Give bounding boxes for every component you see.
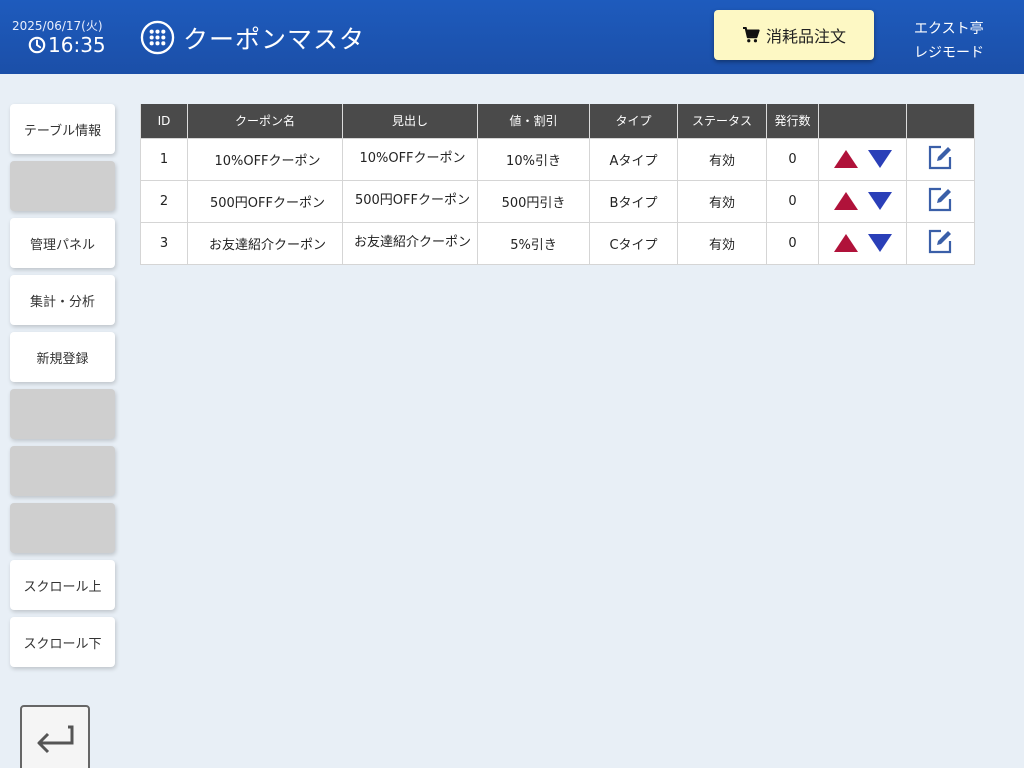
move-down-icon[interactable] [867, 232, 893, 254]
back-button[interactable] [20, 705, 90, 768]
scroll-down-button[interactable]: スクロール下 [10, 617, 115, 667]
sidebar-item-admin-panel[interactable]: 管理パネル [10, 218, 115, 268]
col-edit [906, 104, 975, 138]
cell-edit [906, 179, 975, 223]
cart-icon [742, 27, 760, 43]
grid-menu-icon[interactable] [140, 20, 175, 55]
cell-edit [906, 137, 975, 181]
col-heading: 見出し [342, 104, 478, 138]
cell-order-arrows [818, 137, 907, 181]
move-up-icon[interactable] [833, 148, 859, 170]
edit-icon[interactable] [928, 186, 954, 212]
move-down-icon[interactable] [867, 148, 893, 170]
cell-coupon-name: 10%OFFクーポン [187, 137, 343, 181]
col-issued-count: 発行数 [766, 104, 819, 138]
cell-id: 3 [140, 221, 188, 265]
header-bar: 2025/06/17(火) 16:35 クーポンマスタ 消耗品注文 エクスト亭 … [0, 0, 1024, 74]
table-header-row: ID クーポン名 見出し 値・割引 タイプ ステータス 発行数 [140, 104, 975, 138]
sidebar-item-new-registration[interactable]: 新規登録 [10, 332, 115, 382]
sidebar-item-empty-2 [10, 389, 115, 439]
col-value-discount: 値・割引 [477, 104, 590, 138]
cell-edit [906, 221, 975, 265]
col-status: ステータス [677, 104, 767, 138]
order-button-label: 消耗品注文 [765, 27, 846, 46]
cell-heading: 500円OFFクーポン [342, 179, 478, 223]
col-type: タイプ [589, 104, 678, 138]
sidebar-item-empty-3 [10, 446, 115, 496]
cell-count: 0 [766, 179, 819, 223]
mode-label: レジモード [914, 45, 984, 61]
sidebar-item-analytics[interactable]: 集計・分析 [10, 275, 115, 325]
move-up-icon[interactable] [833, 232, 859, 254]
sidebar-item-empty-1 [10, 161, 115, 211]
store-name: エクスト亭 [914, 21, 984, 37]
current-date: 2025/06/17(火) [12, 19, 103, 33]
clock-icon [28, 36, 46, 54]
page-title: クーポンマスタ [183, 25, 366, 54]
back-icon [37, 725, 74, 754]
edit-icon[interactable] [928, 144, 954, 170]
cell-id: 2 [140, 179, 188, 223]
cell-value: 500円引き [477, 179, 590, 223]
cell-type: Bタイプ [589, 179, 678, 223]
cell-value: 5%引き [477, 221, 590, 265]
cell-value: 10%引き [477, 137, 590, 181]
cell-coupon-name: 500円OFFクーポン [187, 179, 343, 223]
cell-type: Aタイプ [589, 137, 678, 181]
move-down-icon[interactable] [867, 190, 893, 212]
cell-count: 0 [766, 137, 819, 181]
cell-status: 有効 [677, 137, 767, 181]
sidebar-item-empty-4 [10, 503, 115, 553]
time-text: 16:35 [48, 33, 106, 57]
current-time: 16:35 [28, 33, 106, 57]
table-row[interactable]: 2 500円OFFクーポン 500円OFFクーポン 500円引き Bタイプ 有効… [140, 179, 975, 223]
store-info: エクスト亭 レジモード [914, 17, 984, 65]
edit-icon[interactable] [928, 228, 954, 254]
cell-count: 0 [766, 221, 819, 265]
cell-heading: 10%OFFクーポン [342, 137, 478, 181]
coupon-table: ID クーポン名 見出し 値・割引 タイプ ステータス 発行数 1 10%OFF… [140, 104, 975, 265]
cell-status: 有効 [677, 221, 767, 265]
cell-heading: お友達紹介クーポン [342, 221, 478, 265]
col-coupon-name: クーポン名 [187, 104, 343, 138]
cell-coupon-name: お友達紹介クーポン [187, 221, 343, 265]
table-row[interactable]: 3 お友達紹介クーポン お友達紹介クーポン 5%引き Cタイプ 有効 0 [140, 221, 975, 265]
cell-id: 1 [140, 137, 188, 181]
scroll-up-button[interactable]: スクロール上 [10, 560, 115, 610]
cell-order-arrows [818, 179, 907, 223]
table-row[interactable]: 1 10%OFFクーポン 10%OFFクーポン 10%引き Aタイプ 有効 0 [140, 137, 975, 181]
col-order [818, 104, 907, 138]
move-up-icon[interactable] [833, 190, 859, 212]
supplies-order-button[interactable]: 消耗品注文 [714, 10, 874, 60]
col-id: ID [140, 104, 188, 138]
sidebar-item-table-info[interactable]: テーブル情報 [10, 104, 115, 154]
cell-type: Cタイプ [589, 221, 678, 265]
cell-status: 有効 [677, 179, 767, 223]
cell-order-arrows [818, 221, 907, 265]
